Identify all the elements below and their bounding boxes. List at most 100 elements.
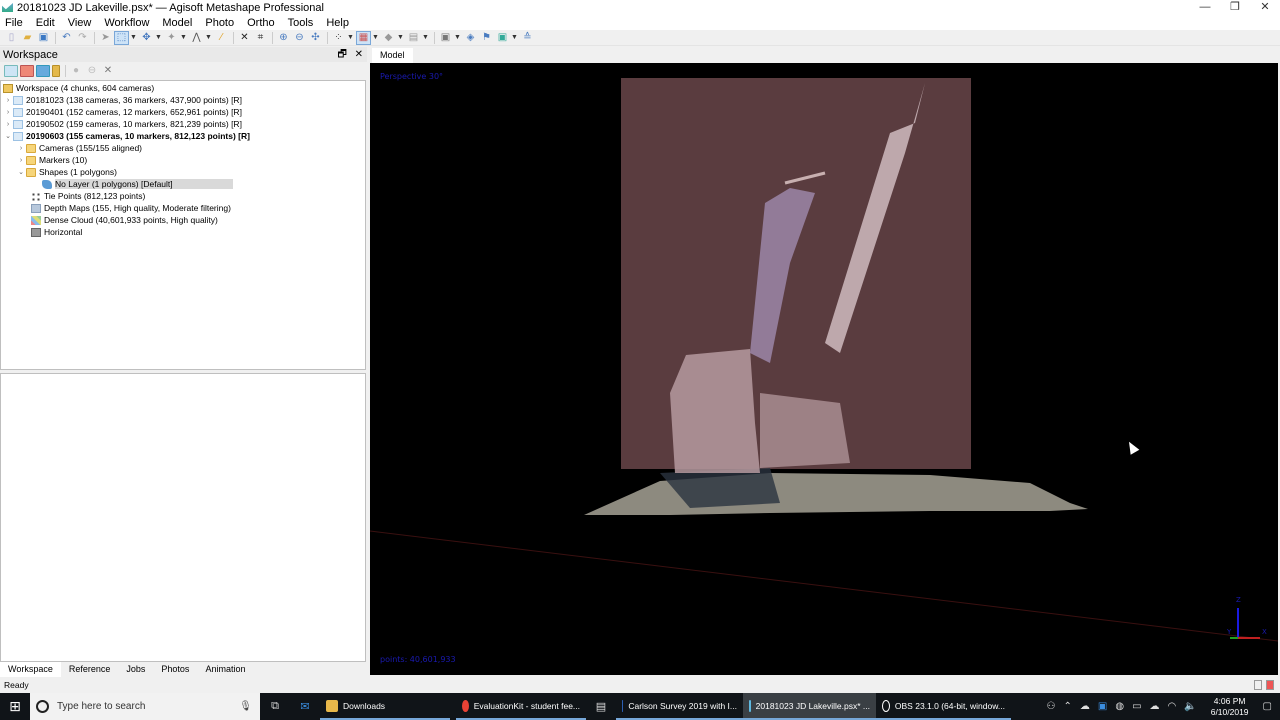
outlook-icon[interactable]: ✉ <box>290 693 320 720</box>
task-view-icon[interactable]: ⧉ <box>260 693 290 720</box>
tree-item-chunk[interactable]: › 20190502 (159 cameras, 10 markers, 821… <box>1 118 365 130</box>
tree-item-shapes[interactable]: ⌄ Shapes (1 polygons) <box>1 166 365 178</box>
move-region-icon[interactable]: ✦ <box>164 31 179 45</box>
menu-view[interactable]: View <box>68 17 92 29</box>
menu-file[interactable]: File <box>5 17 23 29</box>
chevron-down-icon[interactable]: ▼ <box>454 34 461 41</box>
tree-item-cameras[interactable]: › Cameras (155/155 aligned) <box>1 142 365 154</box>
reset-view-icon[interactable]: ✣ <box>308 31 323 45</box>
move-object-icon[interactable]: ✥ <box>139 31 154 45</box>
menu-model[interactable]: Model <box>162 17 192 29</box>
tree-item-shape-layer[interactable]: No Layer (1 polygons) [Default] <box>1 178 365 190</box>
taskbar-app-obs[interactable]: OBS 23.1.0 (64-bit, window... <box>876 693 1011 720</box>
add-photos-icon[interactable] <box>20 65 34 77</box>
tree-item-tie-points[interactable]: Tie Points (812,123 points) <box>1 190 365 202</box>
undo-icon[interactable]: ↶ <box>59 31 74 45</box>
tab-photos[interactable]: Photos <box>153 662 197 677</box>
chevron-down-icon[interactable]: ▼ <box>155 34 162 41</box>
wifi-icon[interactable]: ◠ <box>1168 701 1177 712</box>
remove-icon[interactable]: ✕ <box>101 65 115 77</box>
outlook-tray-icon[interactable]: ▣ <box>1098 701 1107 712</box>
disable-icon[interactable]: ⊖ <box>85 65 99 77</box>
tree-item-markers[interactable]: › Markers (10) <box>1 154 365 166</box>
close-panel-icon[interactable]: ✕ <box>355 49 363 60</box>
navigation-icon[interactable]: ➤ <box>98 31 113 45</box>
menu-ortho[interactable]: Ortho <box>247 17 275 29</box>
float-panel-icon[interactable]: 🗗 <box>337 49 346 60</box>
ruler-icon[interactable]: ⋀ <box>189 31 204 45</box>
restore-button[interactable]: ❐ <box>1220 0 1250 15</box>
menu-help[interactable]: Help <box>326 17 349 29</box>
chevron-down-icon[interactable]: ▼ <box>511 34 518 41</box>
zoom-in-icon[interactable]: ⊕ <box>276 31 291 45</box>
tree-item-dense-cloud[interactable]: Dense Cloud (40,601,933 points, High qua… <box>1 214 365 226</box>
people-icon[interactable]: ⚇ <box>1047 701 1056 712</box>
taskbar-app-chrome[interactable]: EvaluationKit - student fee... <box>456 693 586 720</box>
dense-cloud-icon[interactable]: ▦ <box>356 30 371 45</box>
shaded-model-icon[interactable]: ◆ <box>381 31 396 45</box>
tab-jobs[interactable]: Jobs <box>118 662 153 677</box>
menu-workflow[interactable]: Workflow <box>104 17 149 29</box>
add-marker-icon[interactable] <box>52 65 60 77</box>
expand-arrow-icon[interactable]: › <box>3 97 13 104</box>
microphone-icon[interactable]: 🎙 <box>239 701 252 712</box>
add-folder-icon[interactable] <box>36 65 50 77</box>
tab-reference[interactable]: Reference <box>61 662 119 677</box>
close-button[interactable]: ✕ <box>1250 0 1280 15</box>
tree-item-orthomosaic[interactable]: Horizontal <box>1 226 365 238</box>
tree-item-active-chunk[interactable]: ⌄ 20190603 (155 cameras, 10 markers, 812… <box>1 130 365 142</box>
show-cameras-icon[interactable]: ▣ <box>438 31 453 45</box>
rectangle-selection-icon[interactable]: ⬚ <box>114 30 129 45</box>
tab-model[interactable]: Model <box>372 48 413 63</box>
menu-edit[interactable]: Edit <box>36 17 55 29</box>
show-region-icon[interactable]: ▣ <box>495 31 510 45</box>
enable-icon[interactable]: ● <box>69 65 83 77</box>
point-cloud-icon[interactable]: ⁘ <box>331 31 346 45</box>
volume-icon[interactable]: 🔈 <box>1184 701 1196 712</box>
collapse-arrow-icon[interactable]: ⌄ <box>16 168 26 176</box>
windows-start-icon[interactable]: ⊞ <box>0 693 30 720</box>
add-chunk-icon[interactable] <box>4 65 18 77</box>
redo-icon[interactable]: ↷ <box>75 31 90 45</box>
show-shapes-icon[interactable]: ⚑ <box>479 31 494 45</box>
tree-item-chunk[interactable]: › 20190401 (152 cameras, 12 markers, 652… <box>1 106 365 118</box>
menu-tools[interactable]: Tools <box>288 17 314 29</box>
collapse-arrow-icon[interactable]: ⌄ <box>3 132 13 140</box>
tape-measure-icon[interactable]: ⁄ <box>214 31 229 45</box>
chevron-down-icon[interactable]: ▼ <box>180 34 187 41</box>
chevron-down-icon[interactable]: ▼ <box>347 34 354 41</box>
open-icon[interactable]: ▰ <box>20 31 35 45</box>
chevron-down-icon[interactable]: ▼ <box>372 34 379 41</box>
taskbar-search[interactable]: Type here to search 🎙 <box>30 693 260 720</box>
tab-workspace[interactable]: Workspace <box>0 662 61 677</box>
show-hidden-icons-chevron[interactable]: ⌃ <box>1064 701 1072 712</box>
menu-photo[interactable]: Photo <box>205 17 234 29</box>
tiled-model-icon[interactable]: ▤ <box>406 31 421 45</box>
onedrive-icon[interactable]: ☁ <box>1080 701 1090 712</box>
chevron-down-icon[interactable]: ▼ <box>422 34 429 41</box>
expand-arrow-icon[interactable]: › <box>3 121 13 128</box>
tree-item-depth-maps[interactable]: Depth Maps (155, High quality, Moderate … <box>1 202 365 214</box>
cloud-sync-icon[interactable]: ☁ <box>1150 701 1160 712</box>
chevron-down-icon[interactable]: ▼ <box>205 34 212 41</box>
expand-arrow-icon[interactable]: › <box>3 109 13 116</box>
show-markers-icon[interactable]: ◈ <box>463 31 478 45</box>
taskbar-app-downloads[interactable]: Downloads <box>320 693 450 720</box>
tree-item-workspace[interactable]: Workspace (4 chunks, 604 cameras) <box>1 82 365 94</box>
expand-arrow-icon[interactable]: › <box>16 157 26 164</box>
minimize-button[interactable]: — <box>1190 0 1220 15</box>
show-grid-icon[interactable]: ≙ <box>520 31 535 45</box>
taskbar-pinned-app-icon[interactable]: ▤ <box>586 693 616 720</box>
new-icon[interactable]: ▯ <box>4 31 19 45</box>
tree-item-chunk[interactable]: › 20181023 (138 cameras, 36 markers, 437… <box>1 94 365 106</box>
action-center-icon[interactable]: ▢ <box>1263 701 1272 712</box>
taskbar-app-carlson[interactable]: Carlson Survey 2019 with I... <box>616 693 743 720</box>
expand-arrow-icon[interactable]: › <box>16 145 26 152</box>
save-icon[interactable]: ▣ <box>36 31 51 45</box>
battery-icon[interactable]: ▭ <box>1132 701 1141 712</box>
crop-icon[interactable]: ⌗ <box>253 31 268 45</box>
tray-app-icon[interactable]: ◍ <box>1115 701 1124 712</box>
taskbar-clock[interactable]: 4:06 PM 6/10/2019 <box>1211 696 1249 718</box>
chevron-down-icon[interactable]: ▼ <box>397 34 404 41</box>
tab-animation[interactable]: Animation <box>197 662 253 677</box>
